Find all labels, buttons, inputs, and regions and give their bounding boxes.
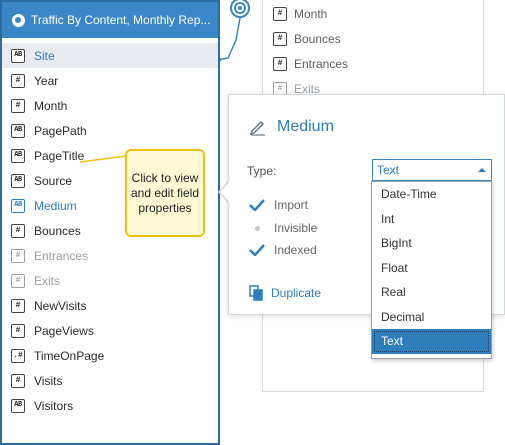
number-icon: #: [11, 323, 25, 338]
canvas-field-label: Bounces: [294, 32, 341, 46]
tooltip-pointer: [79, 155, 127, 163]
checkmark-icon: [249, 199, 265, 211]
field-item-pageviews[interactable]: # PageViews: [2, 318, 218, 343]
copy-icon: [249, 285, 263, 301]
invisible-label: Invisible: [274, 221, 318, 235]
text-type-icon: AB: [11, 123, 25, 138]
panel-title: Traffic By Content, Monthly Rep...: [31, 13, 211, 27]
field-label: Exits: [34, 273, 61, 288]
type-dropdown-list: Date-Time Int BigInt Float Real Decimal …: [371, 181, 492, 359]
field-label: Source: [34, 173, 73, 188]
field-label: Visitors: [34, 398, 74, 413]
canvas-field[interactable]: # Entrances: [273, 52, 348, 76]
type-option-int[interactable]: Int: [372, 207, 491, 232]
duplicate-label: Duplicate: [271, 286, 322, 300]
field-label: Entrances: [34, 248, 89, 263]
field-item-month[interactable]: # Month: [2, 93, 218, 118]
field-label: PagePath: [34, 123, 87, 138]
number-icon: #: [11, 223, 25, 238]
field-item-pagepath[interactable]: AB PagePath: [2, 118, 218, 143]
field-label: Visits: [34, 373, 63, 388]
type-label: Type:: [247, 164, 277, 178]
field-label: PageViews: [34, 323, 94, 338]
canvas-field-label: Month: [294, 7, 328, 21]
panel-header[interactable]: Traffic By Content, Monthly Rep...: [2, 2, 218, 38]
number-icon: #: [11, 273, 25, 288]
indexed-label: Indexed: [274, 243, 317, 257]
type-option-date-time[interactable]: Date-Time: [372, 182, 491, 207]
import-checkbox[interactable]: Import: [249, 198, 308, 212]
field-label: NewVisits: [34, 298, 87, 313]
text-type-icon: AB: [11, 173, 25, 188]
globe-icon: [12, 13, 25, 27]
field-label: Medium: [34, 198, 77, 213]
field-item-visits[interactable]: # Visits: [2, 368, 218, 393]
checkmark-icon: [249, 244, 265, 256]
help-tooltip: Click to view and edit field properties: [125, 149, 205, 237]
type-option-decimal[interactable]: Decimal: [372, 305, 491, 330]
indexed-checkbox[interactable]: Indexed: [249, 243, 317, 257]
decimal-icon: .#: [11, 348, 25, 363]
text-type-icon: AB: [11, 48, 25, 63]
text-type-icon: AB: [11, 148, 25, 163]
canvas-field[interactable]: # Bounces: [273, 27, 341, 51]
type-option-text[interactable]: Text: [372, 329, 491, 354]
field-item-newvisits[interactable]: # NewVisits: [2, 293, 218, 318]
chevron-up-icon: [478, 168, 486, 172]
number-icon: #: [11, 98, 25, 113]
field-label: PageTitle: [34, 148, 85, 163]
canvas-field-label: Entrances: [294, 57, 349, 71]
field-item-timeonpage[interactable]: .# TimeOnPage: [2, 343, 218, 368]
canvas-field[interactable]: # Month: [273, 2, 327, 26]
number-icon: #: [11, 373, 25, 388]
type-select-value: Text: [377, 163, 400, 177]
number-icon: #: [11, 298, 25, 313]
type-option-float[interactable]: Float: [372, 256, 491, 281]
field-item-entrances[interactable]: # Entrances: [2, 243, 218, 268]
duplicate-button[interactable]: Duplicate: [249, 285, 321, 301]
field-item-visitors[interactable]: AB Visitors: [2, 393, 218, 418]
field-label: Year: [34, 73, 59, 88]
popup-arrow-fill: [220, 181, 230, 203]
number-icon: #: [11, 73, 25, 88]
field-label: Month: [34, 98, 68, 113]
field-name-heading: Medium: [277, 118, 334, 135]
type-option-bigint[interactable]: BigInt: [372, 231, 491, 256]
popup-title: Medium: [249, 118, 334, 136]
field-label: TimeOnPage: [34, 348, 105, 363]
number-icon: #: [273, 57, 287, 71]
text-type-icon: AB: [11, 198, 25, 213]
tooltip-text: Click to view and edit field properties: [130, 170, 200, 215]
type-select[interactable]: Text: [372, 159, 492, 181]
unchecked-dot-icon: [249, 225, 265, 231]
pencil-icon: [249, 120, 265, 136]
number-icon: #: [273, 32, 287, 46]
target-icon[interactable]: [229, 0, 251, 20]
field-item-site[interactable]: AB Site: [2, 43, 218, 68]
field-label: Site: [34, 48, 55, 63]
number-icon: #: [11, 248, 25, 263]
invisible-checkbox[interactable]: Invisible: [249, 221, 317, 235]
field-label: Bounces: [34, 223, 81, 238]
field-item-exits[interactable]: # Exits: [2, 268, 218, 293]
field-item-year[interactable]: # Year: [2, 68, 218, 93]
number-icon: #: [273, 7, 287, 21]
calculated-field-icon: AB: [11, 398, 25, 413]
type-option-real[interactable]: Real: [372, 280, 491, 305]
import-label: Import: [274, 198, 309, 212]
